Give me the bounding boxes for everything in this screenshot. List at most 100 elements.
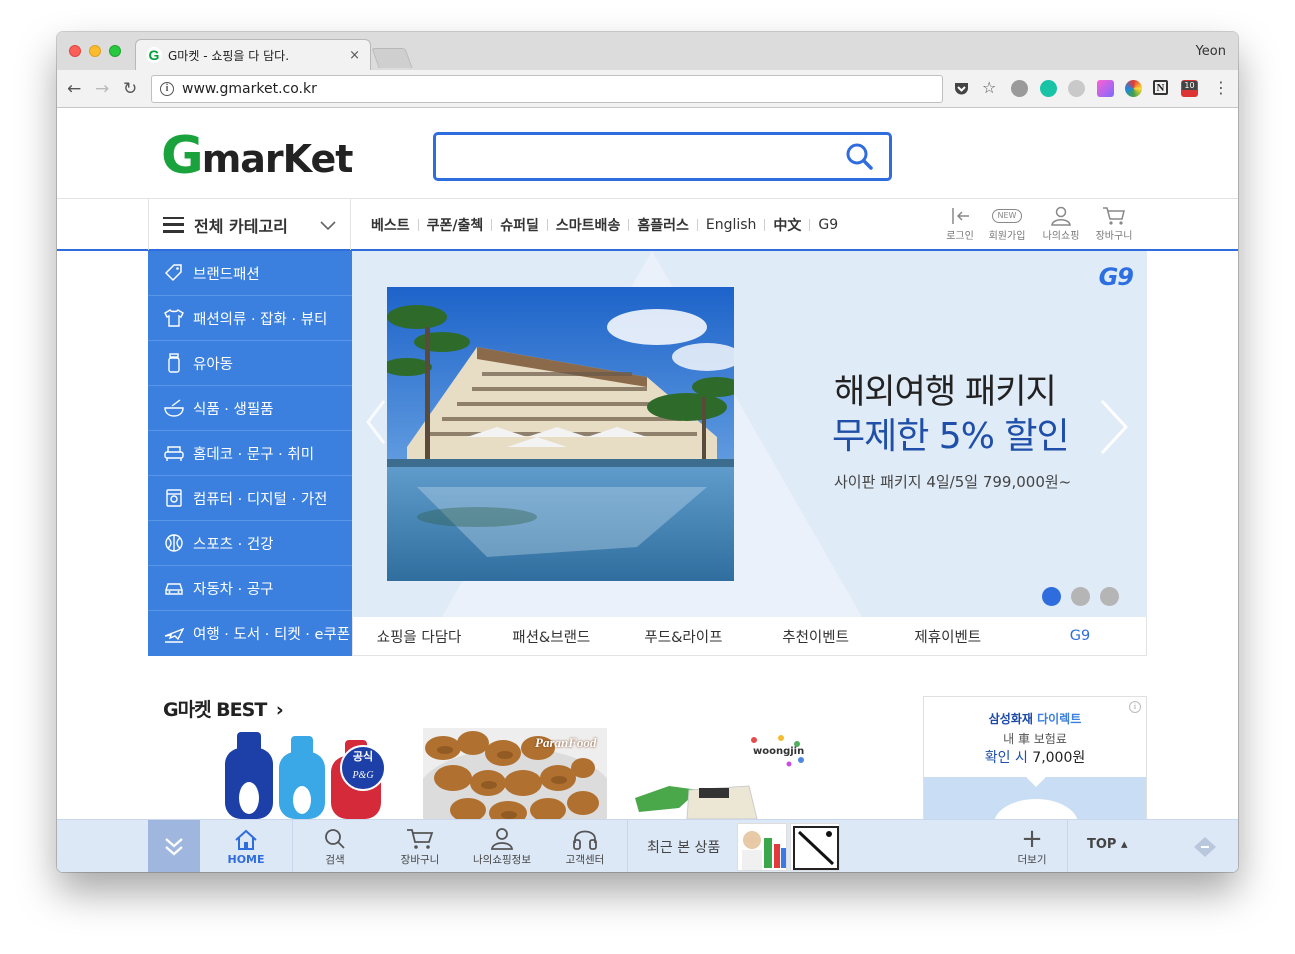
signup-button[interactable]: NEW 회원가입 <box>987 205 1027 242</box>
bottom-search-button[interactable]: 검색 <box>305 820 365 872</box>
nav-divider <box>764 218 766 231</box>
sidebar-item-food[interactable]: 식품 · 생필품 <box>148 386 352 431</box>
maximize-window-button[interactable] <box>109 45 121 57</box>
nav-superdeal[interactable]: 슈퍼딜 <box>500 215 539 235</box>
nav-g9[interactable]: G9 <box>818 217 838 233</box>
recent-item-thumbnail[interactable] <box>790 823 840 871</box>
notion-extension-icon[interactable]: N <box>1153 80 1168 95</box>
diamond-tag-icon[interactable] <box>1192 835 1218 859</box>
sidebar-item-label: 홈데코 · 문구 · 취미 <box>193 446 315 463</box>
all-categories-button[interactable]: 전체 카테고리 <box>148 199 351 250</box>
device-icon <box>163 487 185 509</box>
category-sidebar: 브랜드패션 패션의류 · 잡화 · 뷰티 유아동 식품 · 생필품 홈데코 · … <box>148 251 352 656</box>
login-icon <box>952 208 969 224</box>
mercury-extension-icon[interactable] <box>1040 80 1057 97</box>
close-window-button[interactable] <box>69 45 81 57</box>
site-info-icon[interactable]: i <box>160 82 174 96</box>
sidebar-item-travel[interactable]: 여행 · 도서 · 티켓 · e쿠폰 <box>148 611 352 656</box>
recent-item-image-1 <box>742 831 786 870</box>
gradient-extension-icon[interactable] <box>1097 80 1114 97</box>
bottom-cart-button[interactable]: 장바구니 <box>385 820 455 872</box>
globe-extension-icon[interactable] <box>1011 80 1028 97</box>
hero-title: 해외여행 패키지 <box>834 372 1057 412</box>
nav-divider <box>491 218 493 231</box>
nav-coupon[interactable]: 쿠폰/출첵 <box>427 215 484 235</box>
browser-profile-name[interactable]: Yeon <box>1196 44 1226 59</box>
gmail-counter-extension-icon[interactable]: 10 <box>1181 80 1198 97</box>
bottom-more-button[interactable]: + 더보기 <box>1007 820 1057 872</box>
bottom-customer-center-button[interactable]: 고객센터 <box>552 820 618 872</box>
search-icon[interactable] <box>845 142 875 172</box>
sidebar-item-auto[interactable]: 자동차 · 공구 <box>148 566 352 611</box>
browser-tab-active[interactable]: G G마켓 - 쇼핑을 다 담다. × <box>135 39 371 70</box>
hamburger-icon <box>163 216 184 233</box>
minimize-window-button[interactable] <box>89 45 101 57</box>
best-section-title[interactable]: G마켓 BEST › <box>163 695 284 722</box>
bottom-my-shopping-button[interactable]: 나의쇼핑정보 <box>462 820 542 872</box>
sidebar-item-home-deco[interactable]: 홈데코 · 문구 · 취미 <box>148 431 352 476</box>
sidebar-item-sports[interactable]: 스포츠 · 건강 <box>148 521 352 566</box>
hero-tabs: 쇼핑을 다담다 패션&브랜드 푸드&라이프 추천이벤트 제휴이벤트 G9 <box>352 617 1147 656</box>
paranfood-logo: ParanFood <box>535 735 597 750</box>
nav-english[interactable]: English <box>706 217 757 233</box>
bookmark-star-icon[interactable]: ☆ <box>982 78 996 97</box>
sidebar-item-brand-fashion[interactable]: 브랜드패션 <box>148 251 352 296</box>
bowl-icon <box>163 397 185 419</box>
slide-indicator <box>1042 587 1119 606</box>
scroll-to-top-button[interactable]: TOP ▴ <box>1087 837 1128 852</box>
tag-icon <box>163 262 185 284</box>
product-thumbnail-woongjin[interactable] <box>629 728 819 819</box>
bottom-home-button[interactable]: HOME <box>200 820 292 872</box>
tab-close-icon[interactable]: × <box>349 48 360 63</box>
tab-food-life[interactable]: 푸드&라이프 <box>617 626 749 647</box>
sidebar-item-fashion[interactable]: 패션의류 · 잡화 · 뷰티 <box>148 296 352 341</box>
category-bar: 전체 카테고리 베스트 쿠폰/출첵 슈퍼딜 스마트배송 홈플러스 English… <box>57 198 1238 251</box>
nav-homeplus[interactable]: 홈플러스 <box>637 215 689 235</box>
reload-button[interactable]: ↻ <box>123 79 137 99</box>
browser-menu-icon[interactable]: ⋮ <box>1213 78 1229 97</box>
cart-button[interactable]: 장바구니 <box>1094 205 1134 242</box>
search-input[interactable] <box>433 132 892 181</box>
next-slide-arrow-icon[interactable] <box>1097 397 1131 457</box>
hero-banner[interactable]: G9 해외여행 패키지 무제한 5% 할인 사이판 패키지 4일/5일 799,… <box>352 251 1147 617</box>
gmarket-logo[interactable]: G marKet <box>161 130 353 182</box>
sidebar-item-digital[interactable]: 컴퓨터 · 디지털 · 가전 <box>148 476 352 521</box>
tab-partner-event[interactable]: 제휴이벤트 <box>882 626 1014 647</box>
prev-slide-arrow-icon[interactable] <box>364 397 388 447</box>
bottom-quick-bar: HOME 검색 장바구니 나의쇼핑정보 고객센터 최근 본 상품 + 더보기 T… <box>57 819 1238 872</box>
sidebar-item-kids[interactable]: 유아동 <box>148 341 352 386</box>
tab-shopping[interactable]: 쇼핑을 다담다 <box>353 626 485 647</box>
slide-dot[interactable] <box>1042 587 1061 606</box>
login-button[interactable]: 로그인 <box>940 205 980 242</box>
sidebar-item-label: 여행 · 도서 · 티켓 · e쿠폰 <box>193 627 351 643</box>
tab-recommended-event[interactable]: 추천이벤트 <box>750 626 882 647</box>
samsung-fire-ad[interactable]: i 삼성화재 다이렉트 내 車 보험료 확인 시 7,000원 <box>923 696 1147 836</box>
address-bar[interactable]: i www.gmarket.co.kr <box>151 75 943 103</box>
address-bar-url: www.gmarket.co.kr <box>182 81 317 97</box>
tab-fashion-brand[interactable]: 패션&브랜드 <box>485 626 617 647</box>
top-nav: 베스트 쿠폰/출첵 슈퍼딜 스마트배송 홈플러스 English 中文 G9 <box>371 199 838 250</box>
back-button[interactable]: ← <box>67 79 81 99</box>
nav-divider <box>417 218 419 231</box>
user-icon <box>490 828 514 850</box>
nav-smart-delivery[interactable]: 스마트배송 <box>556 215 620 235</box>
slide-dot[interactable] <box>1071 587 1090 606</box>
new-tab-button[interactable] <box>371 48 413 68</box>
forward-button[interactable]: → <box>95 79 109 99</box>
slide-dot[interactable] <box>1100 587 1119 606</box>
sidebar-item-label: 스포츠 · 건강 <box>193 536 274 553</box>
gray-extension-icon[interactable] <box>1068 80 1085 97</box>
login-label: 로그인 <box>946 231 974 242</box>
ad-brand-name: 삼성화재 <box>988 712 1033 726</box>
pocket-icon[interactable] <box>953 80 970 97</box>
my-shopping-button[interactable]: 나의쇼핑 <box>1041 205 1081 242</box>
shirt-icon <box>163 307 185 329</box>
color-picker-extension-icon[interactable] <box>1125 80 1142 97</box>
nav-chinese[interactable]: 中文 <box>773 215 801 235</box>
ad-subtitle: 내 車 보험료 <box>1003 732 1067 746</box>
tab-g9[interactable]: G9 <box>1014 628 1146 644</box>
sidebar-item-label: 컴퓨터 · 디지털 · 가전 <box>193 491 328 508</box>
collapse-bar-button[interactable] <box>148 820 200 872</box>
nav-best[interactable]: 베스트 <box>371 215 410 235</box>
recent-item-thumbnail[interactable] <box>737 823 787 871</box>
